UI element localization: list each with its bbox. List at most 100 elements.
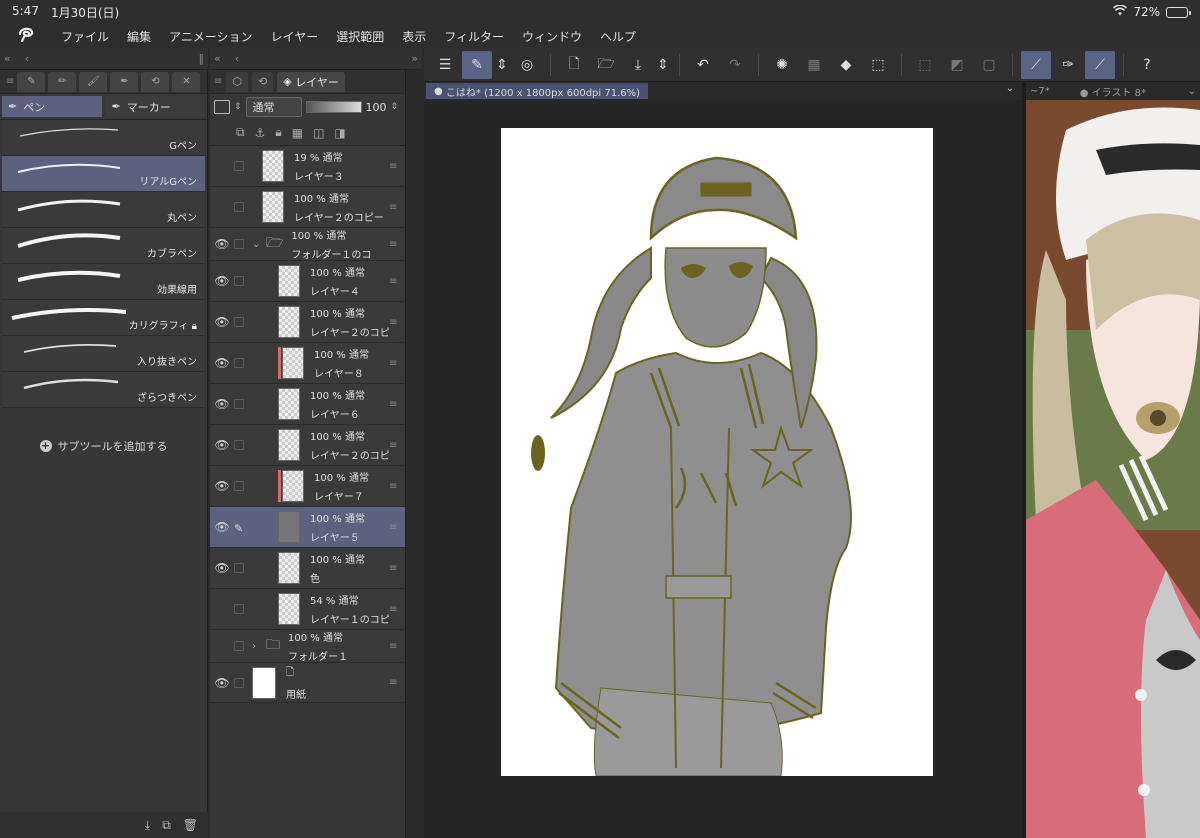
layer-row[interactable]: 👁︎ 100 % 通常 レイヤー２のコピ ≡	[210, 425, 405, 466]
layer-row[interactable]: 👁︎ 100 % 通常 レイヤー７ ≡	[210, 466, 405, 507]
drag-handle-icon[interactable]: ≡	[389, 317, 401, 328]
menu-lines-icon[interactable]: ≡	[6, 76, 14, 87]
layer-row[interactable]: 👁︎ 100 % 通常 レイヤー６ ≡	[210, 384, 405, 425]
brush-item-g-pen[interactable]: Gペン	[2, 120, 205, 156]
collapse-right-icon[interactable]: »	[411, 52, 418, 65]
chevron-down-icon[interactable]: ⌄	[1006, 83, 1014, 94]
chevron-down-icon[interactable]: ⌄	[252, 239, 260, 250]
drag-handle-icon[interactable]: ≡	[389, 276, 401, 287]
pencil-tool-tab-icon[interactable]: ✏	[48, 71, 77, 92]
layer-checkbox[interactable]	[234, 161, 244, 171]
drag-handle-icon[interactable]: ≡	[389, 239, 401, 250]
import-icon[interactable]: ⤓	[145, 818, 150, 833]
menu-lines-icon[interactable]: ≡	[214, 76, 222, 87]
collapse-left-icon[interactable]: «	[4, 52, 11, 65]
reference-subview[interactable]	[1026, 100, 1200, 838]
menu-file[interactable]: ファイル	[52, 28, 118, 45]
menu-edit[interactable]: 編集	[118, 28, 160, 45]
brush-item-kabura-pen[interactable]: カブラペン	[2, 228, 205, 264]
pen-pressure-icon[interactable]: ⟋	[1021, 50, 1051, 79]
menu-animation[interactable]: アニメーション	[160, 28, 262, 45]
decoration-tool-tab-icon[interactable]: ✒	[110, 71, 139, 92]
invert-selection-icon[interactable]: ◩	[942, 51, 972, 79]
open-folder-icon[interactable]: 🗁︎	[591, 51, 621, 79]
layer-checkbox[interactable]	[234, 317, 244, 327]
chevron-down-icon[interactable]: ⌄	[1188, 86, 1196, 97]
eye-icon[interactable]: 👁︎	[210, 397, 234, 411]
layer-tab[interactable]: ◈ レイヤー	[277, 71, 345, 92]
drag-handle-icon[interactable]: ≡	[389, 161, 401, 172]
redo-icon[interactable]: ↷	[720, 51, 750, 79]
layer-checkbox[interactable]	[234, 604, 244, 614]
layer-checkbox[interactable]	[234, 563, 244, 573]
eye-icon[interactable]: 👁︎	[210, 274, 234, 288]
eye-icon[interactable]: 👁︎	[210, 561, 234, 575]
mask-off-icon[interactable]: ◨	[334, 126, 345, 140]
eye-icon[interactable]: 👁︎	[210, 676, 234, 690]
menu-view[interactable]: 表示	[393, 28, 435, 45]
selection-icon[interactable]: ▢	[974, 51, 1004, 79]
pen-tool-icon[interactable]: ✎	[462, 50, 492, 79]
pen-correction-icon[interactable]: ⟋	[1085, 50, 1115, 79]
menu-window[interactable]: ウィンドウ	[513, 28, 591, 45]
blend-mode-select[interactable]: 通常	[245, 97, 302, 117]
drag-handle-icon[interactable]: ≡	[389, 440, 401, 451]
drag-handle-icon[interactable]: ≡	[389, 358, 401, 369]
reference-layer-icon[interactable]: ⚓︎	[255, 126, 266, 140]
brush-item-real-g-pen[interactable]: リアルGペン	[2, 156, 205, 192]
menu-selection[interactable]: 選択範囲	[327, 28, 393, 45]
chevron-updown-icon-2[interactable]: ⇕	[655, 51, 671, 79]
clip-lower-layer-icon[interactable]: ⧉	[236, 125, 245, 140]
drag-handle-icon[interactable]: ≡	[389, 481, 401, 492]
drag-handle-icon[interactable]: ≡	[389, 202, 401, 213]
paper-layer-row[interactable]: 👁︎ 🗋︎ 用紙 ≡	[210, 663, 405, 703]
menu-filter[interactable]: フィルター	[435, 28, 513, 45]
layer-property-tab-icon[interactable]: ⬡	[226, 71, 248, 92]
chevron-updown-icon[interactable]: ⇕	[234, 102, 242, 112]
brush-item-maru-pen[interactable]: 丸ペン	[2, 192, 205, 228]
canvas-paper[interactable]	[501, 128, 933, 777]
category-pen-tab[interactable]: ✒ ペン	[2, 96, 102, 117]
layer-row[interactable]: 19 % 通常 レイヤー３ ≡	[210, 146, 405, 187]
layer-checkbox[interactable]	[234, 440, 244, 450]
eye-icon[interactable]: 👁︎	[210, 438, 234, 452]
pen-tool-tab-icon[interactable]: ✎	[17, 71, 46, 92]
drag-handle-icon[interactable]: ≡	[389, 641, 401, 652]
brush-tool-tab-icon[interactable]: 🖌	[79, 71, 108, 92]
opacity-slider[interactable]	[305, 101, 362, 113]
category-marker-tab[interactable]: ✒ マーカー	[105, 96, 205, 117]
chevron-left-icon[interactable]: ‹	[25, 52, 29, 65]
collapse-left-icon-2[interactable]: «	[214, 52, 221, 65]
mask-icon[interactable]: ◫	[313, 126, 324, 140]
sub-tab-1[interactable]: ~7*	[1030, 86, 1050, 97]
brush-stroke-icon[interactable]: ✑	[1053, 51, 1083, 79]
trash-icon[interactable]: 🗑	[183, 818, 198, 832]
clip-studio-icon[interactable]: ◎	[512, 51, 542, 79]
layer-row[interactable]: 100 % 通常 レイヤー２のコピー ≡	[210, 187, 405, 228]
brush-item-calligraphy[interactable]: カリグラフィ 🔒︎	[2, 300, 205, 336]
canvas-area[interactable]	[424, 100, 1022, 838]
panel-grip-icon[interactable]: ‖	[199, 52, 205, 65]
transform-icon[interactable]: ⬚	[863, 51, 893, 79]
layer-checkbox[interactable]	[234, 202, 244, 212]
sub-tab-2[interactable]: ● イラスト 8*	[1080, 84, 1146, 99]
drag-handle-icon[interactable]: ≡	[389, 563, 401, 574]
drag-handle-icon[interactable]: ≡	[389, 522, 401, 533]
undo-icon[interactable]: ↶	[688, 51, 718, 79]
eye-icon[interactable]: 👁︎	[210, 237, 234, 251]
layer-row[interactable]: 54 % 通常 レイヤー１のコピ ≡	[210, 589, 405, 630]
lock-layer-icon[interactable]: 🔒︎	[275, 125, 281, 140]
menu-help[interactable]: ヘルプ	[591, 28, 645, 45]
folder-row[interactable]: › 🗀︎ 100 % 通常 フォルダー１ ≡	[210, 630, 405, 663]
layer-checkbox[interactable]	[234, 358, 244, 368]
lock-transparency-icon[interactable]: ▦	[292, 126, 303, 140]
layer-checkbox[interactable]	[234, 677, 244, 688]
layer-row[interactable]: 👁︎ 100 % 通常色 ≡	[210, 548, 405, 589]
layer-row[interactable]: 👁︎ 100 % 通常 レイヤー４ ≡	[210, 261, 405, 302]
drag-handle-icon[interactable]: ≡	[389, 399, 401, 410]
save-icon[interactable]: ⤓	[623, 51, 653, 79]
close-panel-icon[interactable]: ✕	[172, 71, 201, 92]
brush-item-iri-nuki-pen[interactable]: 入り抜きペン	[2, 336, 205, 372]
eraser-tool-tab-icon[interactable]: ⟲	[141, 71, 170, 92]
chevron-left-icon-2[interactable]: ‹	[235, 52, 239, 65]
